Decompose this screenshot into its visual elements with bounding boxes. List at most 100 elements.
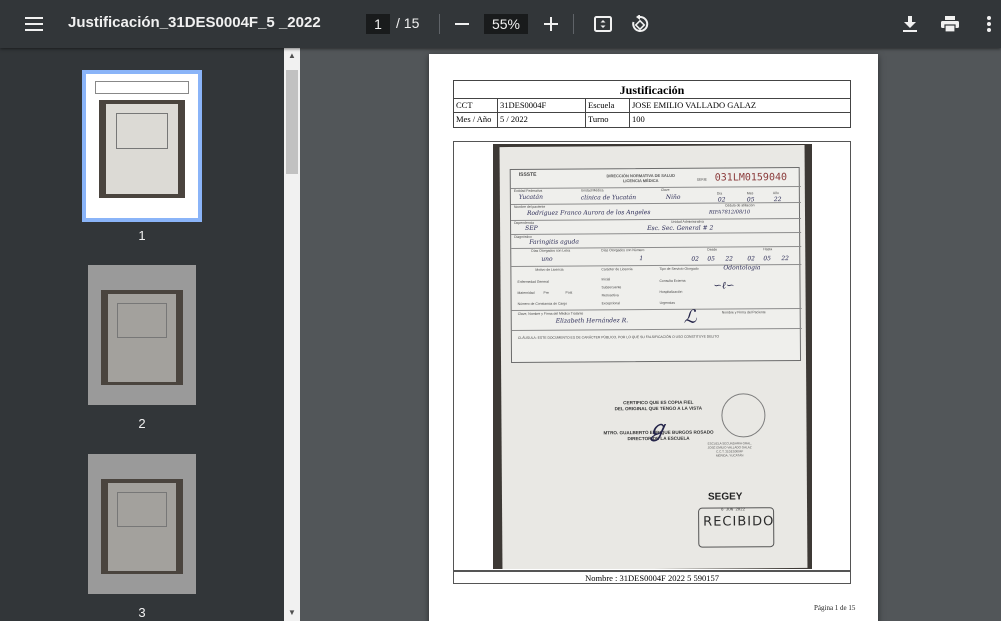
handwritten-value: 02	[747, 255, 755, 263]
form-label: Nombre del paciente	[513, 204, 546, 209]
form-label: Urgencias	[659, 300, 675, 305]
recibido-text: RECIBIDO	[703, 514, 775, 530]
form-label: Cédula de afiliación	[724, 203, 755, 208]
handwritten-value: Esc. Sec. General # 2	[647, 224, 714, 233]
form-label: Nombre y Firma del Paciente	[721, 310, 766, 315]
form-label: Día	[716, 191, 723, 196]
form-label: Maternidad	[517, 290, 535, 295]
form-label: Carácter de Licencia	[601, 267, 633, 272]
rotate-icon	[632, 15, 649, 32]
issste-logo: ISSSTE	[518, 171, 537, 178]
thumbnail-number: 1	[138, 228, 146, 243]
download-icon	[903, 16, 917, 32]
zoom-input[interactable]: 55%	[484, 14, 528, 34]
handwritten-value: SEP	[525, 224, 538, 232]
handwritten-value: Niño	[665, 193, 681, 201]
form-header: DIRECCIÓN NORMATIVA DE SALUD LICENCIA MÉ…	[606, 172, 676, 184]
plus-icon	[544, 17, 558, 31]
thumbnail-frame	[82, 70, 202, 222]
cct-label: CCT	[454, 99, 498, 112]
page-number-label: Página 1 de 15	[814, 604, 856, 612]
print-button[interactable]	[934, 8, 966, 40]
form-label: Retroactiva	[601, 293, 619, 298]
download-button[interactable]	[894, 8, 926, 40]
handwritten-value: Odontología	[723, 264, 761, 272]
toolbar-separator	[573, 14, 574, 34]
scrollbar-thumb[interactable]	[286, 70, 298, 174]
handwritten-value: Yucatán	[518, 193, 543, 201]
director-signature: ℊ	[646, 416, 669, 443]
sidebar-scrollbar[interactable]: ▲ ▼	[284, 48, 300, 621]
escuela-value: JOSE EMILIO VALLADO GALAZ	[632, 100, 757, 110]
form-label: Tipo de Servicio Otorgado	[659, 266, 699, 271]
menu-button[interactable]	[18, 8, 50, 40]
segey-logo: SEGEY	[707, 491, 743, 503]
thumbnail-scan	[99, 99, 185, 198]
form-label: Consulta Externa	[659, 278, 686, 283]
form-label: Días Otorgados con Letra	[531, 248, 571, 253]
handwritten-value: 1	[639, 255, 644, 263]
table-row: Mes / Año 5 / 2022 Turno 100	[454, 113, 850, 127]
rotate-button[interactable]	[624, 8, 656, 40]
form-label: Unidad Médica	[580, 188, 604, 193]
form-label: Mes	[746, 191, 754, 196]
more-options-button[interactable]	[973, 8, 1001, 40]
scroll-up-arrow-icon[interactable]: ▲	[287, 51, 297, 61]
thumbnail-frame	[88, 265, 196, 405]
handwritten-value: 05	[707, 255, 715, 263]
handwritten-value: clínica de Yucatán	[580, 194, 637, 202]
physician-signature: ℒ	[683, 306, 697, 328]
form-label: Entidad Federativa	[513, 188, 543, 193]
form-label: Días Otorgados con Número	[601, 248, 645, 253]
serie-number: 031LM0159040	[714, 172, 788, 184]
school-seal	[721, 393, 766, 438]
form-label: Pre	[543, 290, 549, 295]
page-total: / 15	[396, 15, 420, 31]
form-label: Clave, Nombre y Firma del Médico Tratant…	[517, 311, 584, 316]
recibido-stamp: 6 JUN 2022 RECIBIDO	[698, 507, 774, 548]
form-label: Clave	[660, 187, 670, 192]
thumbnail-header-table	[94, 81, 190, 95]
zoom-out-button[interactable]	[446, 8, 478, 40]
form-label: Año	[772, 191, 779, 196]
form-label: Excepcional	[601, 301, 620, 306]
mes-anio-label: Mes / Año	[454, 113, 498, 127]
form-label: Enfermedad General	[517, 279, 549, 284]
form-label: Subsecuente	[601, 285, 622, 290]
handwritten-value: Elizabeth Hernández R.	[555, 317, 629, 325]
handwritten-value: 02	[691, 255, 699, 263]
licencia-medica-form: ISSSTE DIRECCIÓN NORMATIVA DE SALUD LICE…	[509, 166, 802, 363]
handwritten-value: Faringitis aguda	[529, 238, 579, 246]
table-row: CCT 31DES0004F Escuela JOSE EMILIO VALLA…	[454, 99, 850, 113]
justificacion-title: Justificación	[454, 81, 850, 99]
thumbnail-number: 3	[138, 605, 146, 620]
form-label: Hasta	[763, 247, 773, 252]
stamp-line: MÉRIDA, YUCATÁN	[715, 453, 744, 458]
thumbnail-scan	[100, 479, 184, 575]
page-number-input[interactable]: 1	[366, 14, 390, 34]
minus-icon	[455, 23, 469, 25]
thumbnail-sidebar: 1 2 3	[0, 48, 284, 621]
hamburger-icon	[25, 17, 43, 31]
form-label: Desde	[707, 247, 718, 252]
zoom-in-button[interactable]	[535, 8, 567, 40]
serie-label: SERIE	[696, 177, 707, 182]
fit-to-page-button[interactable]	[587, 8, 619, 40]
thumbnail-number: 2	[138, 416, 146, 431]
handwritten-value: 22	[781, 255, 789, 263]
handwritten-value: 22	[725, 255, 733, 263]
document-viewer[interactable]: Justificación CCT 31DES0004F Escuela JOS…	[300, 48, 1001, 621]
toolbar-separator	[439, 14, 440, 34]
pdf-page: Justificación CCT 31DES0004F Escuela JOS…	[429, 54, 878, 621]
justificacion-table: Justificación CCT 31DES0004F Escuela JOS…	[453, 80, 851, 128]
thumbnail-frame	[88, 454, 196, 594]
document-footer: Nombre : 31DES0004F 2022 5 590157	[453, 571, 851, 584]
thumbnail-scan	[100, 290, 184, 386]
scanned-image-frame: ISSSTE DIRECCIÓN NORMATIVA DE SALUD LICE…	[453, 141, 851, 571]
escuela-label: Escuela	[586, 99, 630, 112]
received-date: 6 JUN 2022	[721, 508, 746, 513]
scroll-down-arrow-icon[interactable]: ▼	[287, 608, 297, 618]
scanned-document-photo: ISSSTE DIRECCIÓN NORMATIVA DE SALUD LICE…	[493, 144, 812, 569]
physician-signature: ∽ℓ∽	[713, 280, 735, 292]
form-label: Post	[565, 290, 573, 295]
